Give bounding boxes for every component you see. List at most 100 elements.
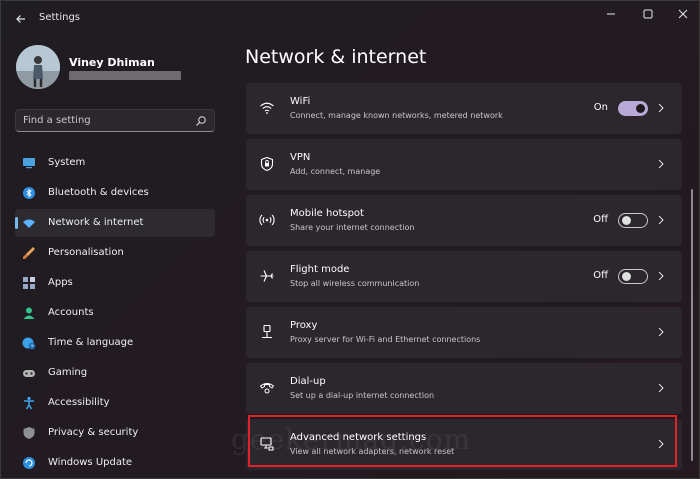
chevron-right-icon bbox=[658, 439, 664, 449]
sidebar-item-label: Gaming bbox=[48, 367, 88, 378]
advanced-network-settings-card[interactable]: Advanced network settings View all netwo… bbox=[246, 419, 682, 470]
chevron-right-icon bbox=[658, 103, 664, 113]
card-subtitle: Proxy server for Wi-Fi and Ethernet conn… bbox=[290, 335, 481, 344]
sidebar-item-label: Privacy & security bbox=[48, 427, 139, 438]
toggle-state-label: Off bbox=[593, 270, 608, 281]
toggle-state-label: Off bbox=[593, 214, 608, 225]
back-button[interactable] bbox=[11, 9, 31, 29]
avatar[interactable] bbox=[16, 45, 60, 89]
card-subtitle: Add, connect, manage bbox=[290, 167, 381, 176]
close-button[interactable] bbox=[669, 5, 697, 23]
vpn-card[interactable]: VPN Add, connect, manage bbox=[246, 139, 682, 190]
card-title: Flight mode bbox=[290, 264, 350, 275]
dialup-icon bbox=[259, 383, 275, 394]
card-title: Advanced network settings bbox=[290, 432, 427, 443]
card-title: WiFi bbox=[290, 96, 311, 107]
person-icon bbox=[23, 307, 35, 319]
gamepad-icon bbox=[23, 370, 35, 377]
update-icon bbox=[23, 457, 35, 469]
sidebar-item-label: Windows Update bbox=[48, 457, 133, 468]
wifi-toggle[interactable] bbox=[618, 101, 648, 116]
sidebar-item-label: Apps bbox=[48, 277, 73, 288]
settings-list: WiFi Connect, manage known networks, met… bbox=[246, 83, 682, 475]
sidebar-nav: System Bluetooth & devices Network & int… bbox=[15, 149, 215, 479]
wifi-icon bbox=[260, 102, 274, 114]
vpn-shield-icon bbox=[260, 156, 274, 172]
toggle-state-label: On bbox=[593, 102, 608, 113]
search-icon[interactable] bbox=[195, 115, 207, 127]
search-input[interactable] bbox=[23, 113, 188, 128]
sidebar-item-network[interactable]: Network & internet bbox=[15, 209, 215, 237]
maximize-button[interactable] bbox=[634, 5, 662, 23]
sidebar-item-label: Accounts bbox=[48, 307, 94, 318]
globe-clock-icon bbox=[22, 337, 36, 350]
network-adapter-icon bbox=[260, 437, 274, 451]
user-name: Viney Dhiman bbox=[69, 56, 155, 69]
card-title: VPN bbox=[290, 152, 311, 163]
toggle-knob bbox=[622, 216, 631, 225]
sidebar-item-label: Network & internet bbox=[48, 217, 144, 228]
card-subtitle: Set up a dial-up internet connection bbox=[290, 391, 435, 400]
sidebar-item-label: Accessibility bbox=[48, 397, 110, 408]
app-title: Settings bbox=[39, 12, 81, 23]
sidebar-item-gaming[interactable]: Gaming bbox=[15, 359, 215, 387]
page-title: Network & internet bbox=[245, 46, 427, 68]
flight-mode-card[interactable]: Flight mode Stop all wireless communicat… bbox=[246, 251, 682, 302]
proxy-card[interactable]: Proxy Proxy server for Wi-Fi and Etherne… bbox=[246, 307, 682, 358]
chevron-right-icon bbox=[658, 327, 664, 337]
sidebar-item-privacy[interactable]: Privacy & security bbox=[15, 419, 215, 447]
sidebar-item-label: Bluetooth & devices bbox=[48, 187, 149, 198]
chevron-right-icon bbox=[658, 383, 664, 393]
card-subtitle: Connect, manage known networks, metered … bbox=[290, 111, 503, 120]
mobile-hotspot-card[interactable]: Mobile hotspot Share your internet conne… bbox=[246, 195, 682, 246]
shield-icon bbox=[23, 427, 35, 439]
apps-icon bbox=[23, 277, 35, 289]
card-title: Mobile hotspot bbox=[290, 208, 364, 219]
toggle-knob bbox=[636, 104, 645, 113]
dial-up-card[interactable]: Dial-up Set up a dial-up internet connec… bbox=[246, 363, 682, 414]
sidebar-item-time-language[interactable]: Time & language bbox=[15, 329, 215, 357]
card-title: Dial-up bbox=[290, 376, 326, 387]
sidebar-item-system[interactable]: System bbox=[15, 149, 215, 177]
bluetooth-icon bbox=[23, 187, 35, 199]
maximize-icon bbox=[643, 9, 653, 19]
hotspot-icon bbox=[259, 214, 275, 226]
chevron-right-icon bbox=[658, 159, 664, 169]
wifi-icon bbox=[23, 219, 35, 228]
scrollbar[interactable] bbox=[691, 189, 693, 461]
chevron-right-icon bbox=[658, 215, 664, 225]
brush-icon bbox=[23, 247, 35, 259]
user-photo-icon bbox=[16, 45, 60, 89]
minimize-icon bbox=[607, 13, 615, 15]
search-box[interactable] bbox=[15, 109, 215, 132]
sidebar-item-apps[interactable]: Apps bbox=[15, 269, 215, 297]
title-bar: Settings bbox=[1, 1, 700, 37]
sidebar-item-label: Time & language bbox=[48, 337, 134, 348]
toggle-knob bbox=[622, 272, 631, 281]
wifi-card[interactable]: WiFi Connect, manage known networks, met… bbox=[246, 83, 682, 134]
sidebar-item-label: System bbox=[48, 157, 86, 168]
close-icon bbox=[678, 9, 688, 19]
chevron-right-icon bbox=[658, 271, 664, 281]
selection-indicator bbox=[15, 217, 18, 229]
card-subtitle: Stop all wireless communication bbox=[290, 279, 420, 288]
card-subtitle: Share your internet connection bbox=[290, 223, 415, 232]
card-subtitle: View all network adapters, network reset bbox=[290, 447, 455, 456]
mobile-hotspot-toggle[interactable] bbox=[618, 213, 648, 228]
accessibility-icon bbox=[24, 396, 34, 410]
flight-mode-toggle[interactable] bbox=[618, 269, 648, 284]
sidebar-item-accounts[interactable]: Accounts bbox=[15, 299, 215, 327]
sidebar-item-personalisation[interactable]: Personalisation bbox=[15, 239, 215, 267]
user-email-redacted bbox=[69, 71, 181, 80]
settings-window: Settings Viney Dhiman Find a setting Sys… bbox=[0, 0, 700, 479]
sidebar-item-accessibility[interactable]: Accessibility bbox=[15, 389, 215, 417]
sidebar-item-label: Personalisation bbox=[48, 247, 124, 258]
back-arrow-icon bbox=[16, 15, 25, 23]
sidebar-item-windows-update[interactable]: Windows Update bbox=[15, 449, 215, 477]
card-title: Proxy bbox=[290, 320, 318, 331]
sidebar-item-bluetooth[interactable]: Bluetooth & devices bbox=[15, 179, 215, 207]
minimize-button[interactable] bbox=[597, 5, 625, 23]
airplane-icon bbox=[260, 270, 274, 282]
monitor-icon bbox=[23, 158, 35, 169]
proxy-icon bbox=[262, 324, 272, 339]
